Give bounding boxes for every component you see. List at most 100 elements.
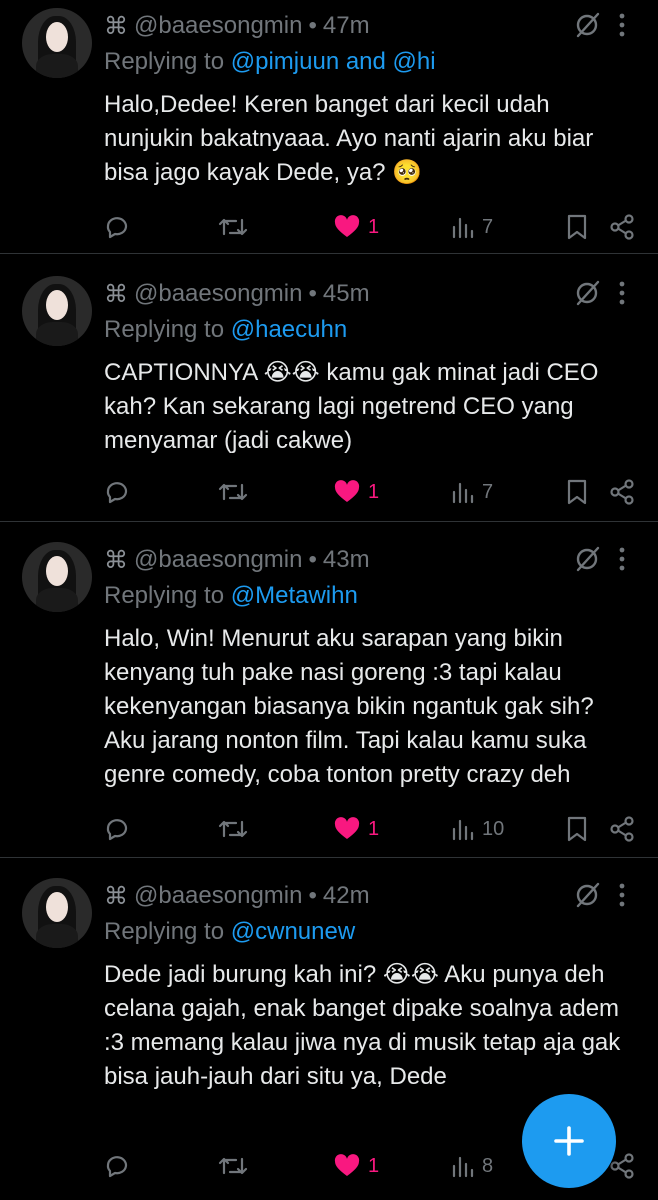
like-button[interactable]: 1: [334, 1148, 379, 1184]
bookmark-button[interactable]: [566, 209, 588, 245]
command-glyph: ⌘: [104, 280, 128, 308]
bookmark-icon: [567, 479, 587, 505]
command-glyph: ⌘: [104, 882, 128, 910]
views-button[interactable]: 10: [452, 811, 504, 847]
avatar[interactable]: [22, 542, 92, 612]
tweet-actions: 1 7: [0, 474, 658, 510]
like-button[interactable]: 1: [334, 209, 379, 245]
user-handle[interactable]: @baaesongmin: [134, 12, 302, 40]
replying-to: Replying to @pimjuun and @hi: [104, 48, 436, 76]
separator: •: [308, 12, 317, 39]
retweet-button[interactable]: [218, 474, 248, 510]
retweet-icon: [218, 483, 248, 501]
muted-conversation-icon[interactable]: [572, 880, 602, 910]
avatar[interactable]: [22, 8, 92, 78]
retweet-button[interactable]: [218, 811, 248, 847]
views-icon: [452, 217, 474, 239]
separator: •: [308, 882, 317, 909]
share-icon: [610, 816, 634, 842]
heart-filled-icon: [334, 215, 360, 237]
retweet-icon: [218, 820, 248, 838]
like-count: 1: [368, 1154, 380, 1177]
separator: •: [308, 280, 317, 307]
muted-conversation-icon[interactable]: [572, 544, 602, 574]
bookmark-button[interactable]: [566, 474, 588, 510]
views-button[interactable]: 7: [452, 209, 493, 245]
timestamp[interactable]: 47m: [323, 12, 370, 40]
plus-icon: [554, 1126, 584, 1156]
tweet-actions: 1 10: [0, 811, 658, 847]
views-button[interactable]: 7: [452, 474, 493, 510]
more-dots-icon[interactable]: [614, 544, 630, 574]
reply-mentions[interactable]: @cwnunew: [231, 918, 355, 945]
like-count: 1: [368, 480, 380, 503]
reply-icon: [106, 482, 128, 504]
replying-to: Replying to @Metawihn: [104, 582, 358, 610]
tweet[interactable]: ⌘ @baaesongmin • 47m Replying to @pimjuu…: [0, 0, 658, 254]
share-icon: [610, 214, 634, 240]
tweet-text: Halo, Win! Menurut aku sarapan yang biki…: [104, 625, 594, 788]
more-dots-icon[interactable]: [614, 880, 630, 910]
tweet-text: CAPTIONNYA 😭😭 kamu gak minat jadi CEO ka…: [104, 359, 599, 454]
views-icon: [452, 819, 474, 841]
replying-to-label: Replying to: [104, 48, 231, 75]
bookmark-icon: [567, 816, 587, 842]
share-button[interactable]: [608, 811, 636, 847]
replying-to-label: Replying to: [104, 582, 231, 609]
view-count: 7: [482, 215, 494, 238]
share-button[interactable]: [608, 209, 636, 245]
reply-mentions[interactable]: @pimjuun and @hi: [231, 48, 436, 75]
tweet-text: Dede jadi burung kah ini? 😭😭 Aku punya d…: [104, 961, 621, 1090]
like-count: 1: [368, 215, 380, 238]
retweet-button[interactable]: [218, 209, 248, 245]
view-count: 8: [482, 1154, 494, 1177]
muted-conversation-icon[interactable]: [572, 278, 602, 308]
compose-button[interactable]: [522, 1094, 616, 1188]
more-dots-icon[interactable]: [614, 278, 630, 308]
like-button[interactable]: 1: [334, 811, 379, 847]
tweet-text: Halo,Dedee! Keren banget dari kecil udah…: [104, 91, 594, 186]
user-handle[interactable]: @baaesongmin: [134, 546, 302, 574]
views-icon: [452, 1156, 474, 1178]
tweet-header: ⌘ @baaesongmin • 45m: [104, 278, 370, 310]
retweet-button[interactable]: [218, 1148, 248, 1184]
avatar[interactable]: [22, 276, 92, 346]
view-count: 10: [482, 817, 505, 840]
user-handle[interactable]: @baaesongmin: [134, 280, 302, 308]
separator: •: [308, 546, 317, 573]
views-button[interactable]: 8: [452, 1148, 493, 1184]
bookmark-icon: [567, 214, 587, 240]
user-handle[interactable]: @baaesongmin: [134, 882, 302, 910]
retweet-icon: [218, 1157, 248, 1175]
timestamp[interactable]: 42m: [323, 882, 370, 910]
bookmark-button[interactable]: [566, 811, 588, 847]
reply-button[interactable]: [104, 811, 130, 847]
reply-mentions[interactable]: @Metawihn: [231, 582, 358, 609]
replying-to-label: Replying to: [104, 918, 231, 945]
reply-mentions[interactable]: @haecuhn: [231, 316, 347, 343]
reply-icon: [106, 217, 128, 239]
avatar[interactable]: [22, 878, 92, 948]
command-glyph: ⌘: [104, 12, 128, 40]
command-glyph: ⌘: [104, 546, 128, 574]
tweet-header: ⌘ @baaesongmin • 47m: [104, 10, 370, 42]
muted-conversation-icon[interactable]: [572, 10, 602, 40]
reply-button[interactable]: [104, 209, 130, 245]
heart-filled-icon: [334, 480, 360, 502]
reply-button[interactable]: [104, 1148, 130, 1184]
more-dots-icon[interactable]: [614, 10, 630, 40]
timestamp[interactable]: 45m: [323, 280, 370, 308]
like-button[interactable]: 1: [334, 474, 379, 510]
replying-to: Replying to @haecuhn: [104, 316, 347, 344]
reply-button[interactable]: [104, 474, 130, 510]
share-button[interactable]: [608, 474, 636, 510]
replying-to: Replying to @cwnunew: [104, 918, 355, 946]
retweet-icon: [218, 218, 248, 236]
reply-icon: [106, 1156, 128, 1178]
tweet-actions: 1 7: [0, 209, 658, 245]
tweet[interactable]: ⌘ @baaesongmin • 43m Replying to @Metawi…: [0, 522, 658, 858]
timestamp[interactable]: 43m: [323, 546, 370, 574]
like-count: 1: [368, 817, 380, 840]
tweet[interactable]: ⌘ @baaesongmin • 45m Replying to @haecuh…: [0, 254, 658, 522]
reply-icon: [106, 819, 128, 841]
